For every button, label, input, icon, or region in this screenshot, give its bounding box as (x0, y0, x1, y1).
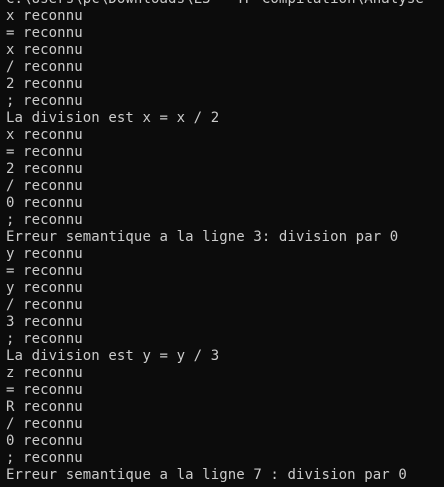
console-line: 0 reconnu (6, 195, 83, 211)
console-line: / reconnu (6, 59, 83, 75)
console-path-line: C:\Users\pc\Downloads\L3 - TP Compilatio… (6, 0, 444, 8)
console-line: ; reconnu (6, 331, 83, 347)
console-output: C:\Users\pc\Downloads\L3 - TP Compilatio… (6, 0, 444, 484)
console-line: 3 reconnu (6, 314, 83, 330)
console-result-line: La division est y = y / 3 (6, 348, 220, 364)
console-line: x reconnu (6, 8, 83, 24)
console-line: ; reconnu (6, 93, 83, 109)
console-line: = reconnu (6, 25, 83, 41)
console-error-line: Erreur semantique a la ligne 7 : divisio… (6, 467, 407, 483)
console-line: z reconnu (6, 365, 83, 381)
console-line: / reconnu (6, 178, 83, 194)
console-line: / reconnu (6, 416, 83, 432)
console-line: y reconnu (6, 280, 83, 296)
console-line: / reconnu (6, 297, 83, 313)
console-line: = reconnu (6, 382, 83, 398)
console-line: 0 reconnu (6, 433, 83, 449)
console-window[interactable]: C:\Users\pc\Downloads\L3 - TP Compilatio… (0, 0, 444, 487)
console-line: x reconnu (6, 42, 83, 58)
console-line: = reconnu (6, 144, 83, 160)
console-line: ; reconnu (6, 212, 83, 228)
console-line: = reconnu (6, 263, 83, 279)
console-line: R reconnu (6, 399, 83, 415)
console-line: ; reconnu (6, 450, 83, 466)
console-line: 2 reconnu (6, 161, 83, 177)
console-line: 2 reconnu (6, 76, 83, 92)
console-error-line: Erreur semantique a la ligne 3: division… (6, 229, 399, 245)
console-line: y reconnu (6, 246, 83, 262)
console-line: x reconnu (6, 127, 83, 143)
console-result-line: La division est x = x / 2 (6, 110, 220, 126)
